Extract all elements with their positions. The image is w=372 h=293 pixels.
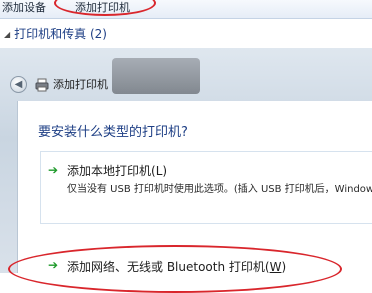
wizard-title-bar: ◀ 添加打印机 [0, 68, 372, 102]
wizard-title: 添加打印机 [53, 78, 108, 91]
add-local-printer-title: 添加本地打印机(L) [67, 164, 168, 178]
annotation-ellipse-bottom [8, 245, 342, 293]
back-arrow-icon[interactable]: ◀ [10, 76, 27, 93]
wizard-content: 要安装什么类型的打印机? ➔ 添加本地打印机(L) 仅当没有 USB 打印机时使… [8, 101, 372, 293]
wizard-question: 要安装什么类型的打印机? [38, 125, 188, 140]
add-device-button[interactable]: 添加设备 [2, 0, 46, 15]
group-title: 打印机和传真 (2) [14, 27, 107, 41]
printers-group-header[interactable]: ◢ 打印机和传真 (2) [0, 25, 372, 43]
add-local-printer-description: 仅当没有 USB 打印机时使用此选项。(插入 USB 打印机后，Window [67, 184, 372, 195]
add-local-printer-option[interactable]: ➔ 添加本地打印机(L) 仅当没有 USB 打印机时使用此选项。(插入 USB … [40, 151, 372, 224]
printer-icon [35, 78, 49, 92]
expand-triangle-icon: ◢ [4, 30, 11, 39]
green-arrow-icon: ➔ [48, 163, 59, 177]
